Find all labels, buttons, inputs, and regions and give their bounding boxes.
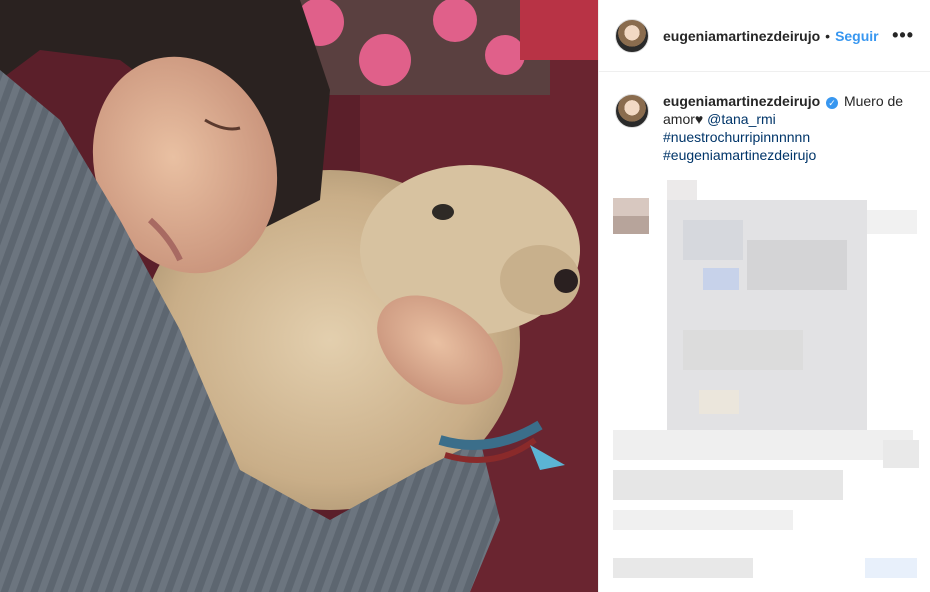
blurred-block bbox=[613, 470, 843, 500]
post-sidebar: eugeniamartinezdeirujo • Seguir ••• euge… bbox=[598, 0, 930, 592]
post-photo[interactable] bbox=[0, 0, 598, 592]
blurred-block bbox=[867, 210, 917, 234]
header-username[interactable]: eugeniamartinezdeirujo bbox=[663, 28, 820, 44]
blurred-block bbox=[667, 180, 697, 200]
caption-username[interactable]: eugeniamartinezdeirujo bbox=[663, 93, 820, 109]
blurred-block bbox=[747, 240, 847, 290]
blurred-block bbox=[613, 558, 753, 578]
mention-link[interactable]: @tana_rmi bbox=[707, 111, 776, 127]
separator-dot: • bbox=[825, 27, 831, 44]
verified-badge-icon: ✓ bbox=[826, 97, 839, 109]
blurred-block bbox=[613, 510, 793, 530]
avatar[interactable] bbox=[615, 18, 649, 53]
blurred-block bbox=[865, 558, 917, 578]
blurred-block bbox=[613, 216, 649, 234]
photo-image bbox=[0, 0, 598, 592]
caption-text: eugeniamartinezdeirujo ✓ Muero de amor♥ … bbox=[663, 92, 914, 164]
blurred-block bbox=[699, 390, 739, 414]
blurred-block bbox=[883, 440, 919, 468]
hashtag-link[interactable]: #eugeniamartinezdeirujo bbox=[663, 147, 816, 163]
post-header: eugeniamartinezdeirujo • Seguir ••• bbox=[599, 0, 930, 72]
blurred-block bbox=[683, 220, 743, 260]
blurred-comments-area bbox=[599, 180, 930, 592]
blurred-block bbox=[613, 430, 913, 460]
more-options-icon[interactable]: ••• bbox=[892, 25, 914, 46]
hashtag-link[interactable]: #nuestrochurripinnnnnn bbox=[663, 129, 810, 145]
follow-button[interactable]: Seguir bbox=[835, 28, 879, 44]
caption-avatar[interactable] bbox=[615, 94, 649, 128]
blurred-block bbox=[703, 268, 739, 290]
caption: eugeniamartinezdeirujo ✓ Muero de amor♥ … bbox=[599, 72, 930, 164]
blurred-block bbox=[683, 330, 803, 370]
